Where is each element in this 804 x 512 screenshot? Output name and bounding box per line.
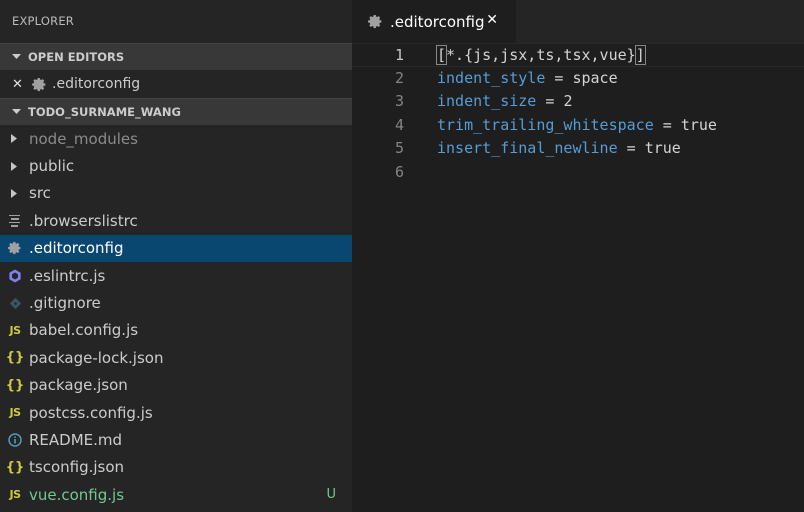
line-number: 4 [394, 115, 404, 134]
eslint-icon [6, 269, 24, 283]
tree-item-gitignore[interactable]: .gitignore [0, 289, 352, 316]
tab-label: .editorconfig [390, 12, 485, 31]
tree-item-label: .gitignore [29, 294, 101, 313]
gear-icon [32, 77, 52, 92]
open-editors-header[interactable]: OPEN EDITORS [0, 43, 352, 70]
tree-item-label: node_modules [29, 129, 138, 148]
property-key: trim_trailing_whitespace [437, 115, 654, 134]
line-number: 6 [394, 162, 404, 181]
tree-item-label: package-lock.json [29, 348, 164, 367]
tree-item-package-lock[interactable]: {} package-lock.json [0, 344, 352, 371]
chevron-right-icon [11, 134, 19, 144]
tree-item-label: tsconfig.json [29, 458, 125, 477]
tab-editorconfig[interactable]: .editorconfig ✕ [352, 0, 516, 43]
operator: = [617, 139, 645, 158]
code-line: 1 [*.{js,jsx,ts,tsx,vue}] [352, 43, 804, 67]
js-icon: JS [9, 406, 21, 420]
section-name: *.{js,jsx,ts,tsx,vue} [446, 46, 636, 64]
open-editors-label: OPEN EDITORS [28, 50, 125, 64]
tree-item-label: src [29, 184, 51, 203]
git-icon [6, 297, 24, 310]
json-icon: {} [5, 350, 25, 366]
tree-item-src[interactable]: src [0, 180, 352, 207]
tree-item-node-modules[interactable]: node_modules [0, 125, 352, 152]
property-value: true [680, 115, 717, 134]
tree-item-browserslistrc[interactable]: .browserslistrc [0, 207, 352, 234]
tree-item-vue-config[interactable]: JS vue.config.js U [0, 481, 352, 508]
tree-item-eslintrc[interactable]: .eslintrc.js [0, 262, 352, 289]
close-icon[interactable]: ✕ [12, 77, 26, 92]
property-key: indent_size [437, 92, 537, 111]
json-icon: {} [5, 377, 25, 393]
line-content: trim_trailing_whitespace = true [437, 114, 717, 138]
git-status-badge: U [326, 487, 336, 503]
chevron-down-icon [12, 44, 21, 71]
line-content: indent_style = space [437, 67, 618, 91]
line-number: 5 [394, 139, 404, 158]
chevron-right-icon [11, 161, 19, 171]
line-content: insert_final_newline = true [437, 137, 681, 161]
line-number: 3 [394, 92, 404, 111]
open-editor-label: .editorconfig [52, 76, 141, 92]
chevron-down-icon [12, 99, 21, 126]
code-line: 6 [352, 161, 804, 185]
tree-item-label: .editorconfig [29, 239, 124, 258]
js-icon: JS [9, 488, 21, 502]
property-value: true [644, 139, 681, 158]
property-value: 2 [563, 92, 573, 111]
tree-item-public[interactable]: public [0, 152, 352, 179]
tree-item-editorconfig[interactable]: .editorconfig [0, 234, 352, 262]
gear-icon [368, 14, 384, 29]
code-line: 5 insert_final_newline = true [352, 137, 804, 161]
tree-item-package-json[interactable]: {} package.json [0, 372, 352, 399]
tree-item-label: public [29, 157, 75, 176]
json-icon: {} [5, 459, 25, 475]
property-key: indent_style [437, 68, 546, 87]
close-icon[interactable]: ✕ [486, 12, 498, 28]
project-label: TODO_SURNAME_WANG [28, 105, 181, 119]
tree-item-label: babel.config.js [29, 321, 139, 340]
tree-item-label: .eslintrc.js [29, 266, 106, 285]
line-number: 1 [394, 46, 404, 64]
operator: = [545, 68, 573, 87]
bracket-close: ] [634, 45, 646, 65]
js-icon: JS [9, 323, 21, 337]
line-number: 2 [394, 68, 404, 87]
project-header[interactable]: TODO_SURNAME_WANG [0, 98, 352, 125]
line-content: [*.{js,jsx,ts,tsx,vue}] [435, 44, 646, 68]
tree-item-label: postcss.config.js [29, 403, 153, 422]
code-line: 3 indent_size = 2 [352, 90, 804, 114]
file-tree: node_modules public src .browserslistrc … [0, 125, 352, 508]
editor-area: .editorconfig ✕ 1 [*.{js,jsx,ts,tsx,vue}… [352, 0, 804, 512]
tree-item-label: .browserslistrc [29, 211, 138, 230]
tree-item-readme[interactable]: README.md [0, 426, 352, 453]
tab-bar: .editorconfig ✕ [352, 0, 804, 43]
open-editor-item[interactable]: ✕ .editorconfig [0, 70, 352, 98]
property-key: insert_final_newline [437, 139, 618, 158]
property-value: space [572, 68, 618, 87]
operator: = [653, 115, 681, 134]
operator: = [536, 92, 564, 111]
lines-icon [9, 214, 20, 227]
tree-item-babel-config[interactable]: JS babel.config.js [0, 317, 352, 344]
bracket-open: [ [435, 45, 448, 65]
code-editor[interactable]: 1 [*.{js,jsx,ts,tsx,vue}] 2 indent_style… [352, 43, 804, 185]
tree-item-label: README.md [29, 430, 123, 449]
explorer-sidebar: EXPLORER OPEN EDITORS ✕ .editorconfig TO… [0, 0, 352, 512]
tree-item-postcss-config[interactable]: JS postcss.config.js [0, 399, 352, 426]
explorer-title: EXPLORER [12, 14, 74, 28]
gear-icon [6, 241, 24, 255]
line-content: indent_size = 2 [437, 90, 572, 114]
tree-item-label: vue.config.js [29, 485, 125, 504]
code-line: 2 indent_style = space [352, 67, 804, 91]
tree-item-label: package.json [29, 376, 128, 395]
chevron-right-icon [11, 188, 19, 198]
tree-item-tsconfig[interactable]: {} tsconfig.json [0, 454, 352, 481]
info-icon [6, 433, 24, 447]
code-line: 4 trim_trailing_whitespace = true [352, 114, 804, 138]
